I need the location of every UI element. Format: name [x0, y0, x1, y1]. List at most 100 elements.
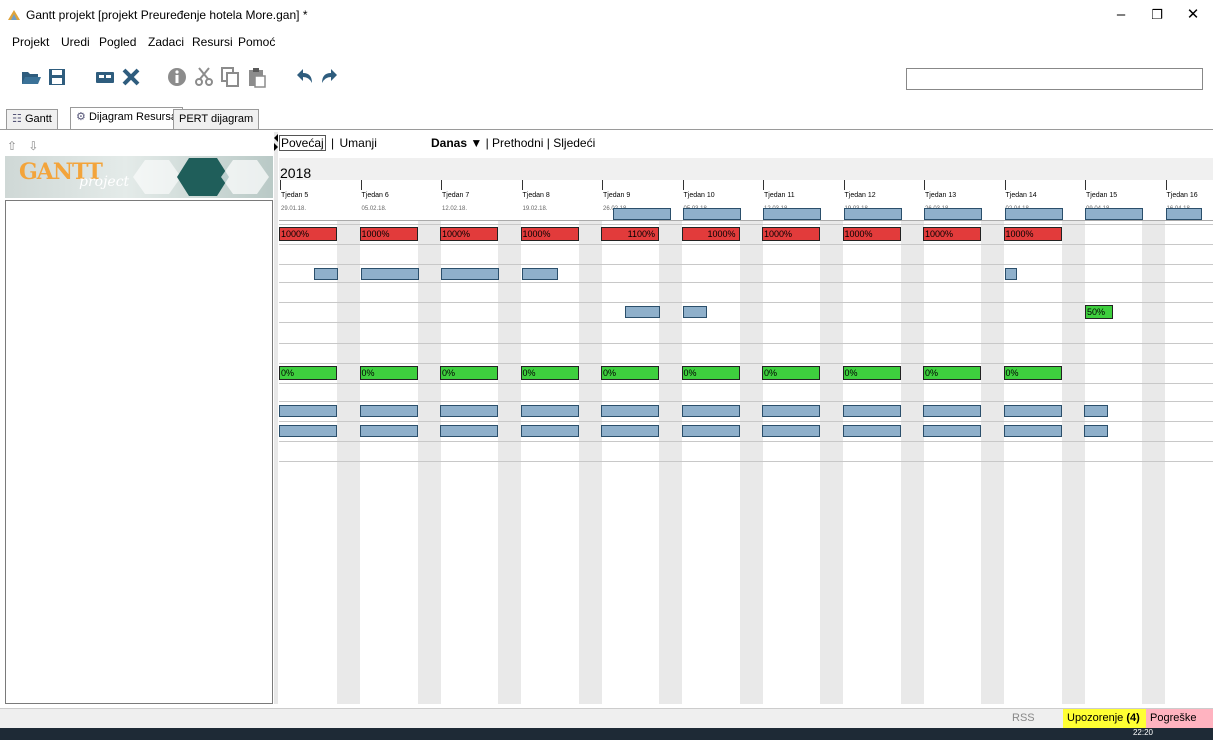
- previous-link[interactable]: Prethodni: [492, 136, 543, 150]
- task-bar[interactable]: [1085, 208, 1143, 220]
- resource-tree[interactable]: [5, 200, 273, 704]
- weekend-shading: [981, 221, 1004, 704]
- search-input[interactable]: [906, 68, 1203, 90]
- task-bar[interactable]: [314, 268, 338, 280]
- task-bar[interactable]: [1003, 425, 1062, 437]
- minimize-button[interactable]: –: [1103, 4, 1139, 26]
- row-separator: [279, 401, 1213, 402]
- underload-cell[interactable]: 0%: [923, 366, 981, 380]
- new-resource-icon[interactable]: [94, 66, 116, 88]
- overload-cell[interactable]: 1000%: [440, 227, 498, 241]
- underload-cell[interactable]: 0%: [359, 366, 418, 380]
- menu-pogled[interactable]: Pogled: [99, 35, 136, 49]
- task-bar[interactable]: [360, 268, 419, 280]
- overload-cell[interactable]: 1000%: [762, 227, 820, 241]
- panel-splitter[interactable]: [274, 132, 278, 704]
- save-icon[interactable]: [46, 66, 68, 88]
- move-up-down-arrows[interactable]: ⇧ ⇩: [7, 139, 42, 153]
- underload-cell[interactable]: 0%: [681, 366, 740, 380]
- task-bar[interactable]: [520, 405, 579, 417]
- underload-cell[interactable]: 0%: [279, 366, 337, 380]
- task-bar[interactable]: [681, 425, 740, 437]
- task-bar[interactable]: [1004, 208, 1063, 220]
- task-bar[interactable]: [625, 306, 660, 318]
- underload-cell[interactable]: 0%: [440, 366, 498, 380]
- warnings-status[interactable]: Upozorenje (4): [1063, 709, 1146, 728]
- task-bar[interactable]: [763, 208, 821, 220]
- task-bar[interactable]: [923, 425, 981, 437]
- menu-pomoc[interactable]: Pomoć: [238, 35, 275, 49]
- restore-button[interactable]: ❐: [1139, 4, 1175, 26]
- underload-cell[interactable]: 0%: [520, 366, 579, 380]
- tab-gantt[interactable]: ☷ Gantt: [6, 109, 58, 129]
- collapse-left-icon[interactable]: [274, 134, 278, 142]
- underload-cell[interactable]: 0%: [842, 366, 901, 380]
- errors-status[interactable]: Pogreške: [1146, 709, 1213, 728]
- task-bar[interactable]: [441, 268, 499, 280]
- paste-icon[interactable]: [246, 66, 268, 88]
- task-bar[interactable]: [1084, 405, 1108, 417]
- task-bar[interactable]: [924, 208, 982, 220]
- task-bar[interactable]: [762, 405, 820, 417]
- task-bar[interactable]: [681, 405, 740, 417]
- underload-cell[interactable]: 0%: [1003, 366, 1062, 380]
- delete-icon[interactable]: [120, 66, 142, 88]
- task-bar[interactable]: [842, 405, 901, 417]
- copy-icon[interactable]: [219, 66, 241, 88]
- task-bar[interactable]: [923, 405, 981, 417]
- task-bar[interactable]: [520, 425, 579, 437]
- task-bar[interactable]: [842, 425, 901, 437]
- task-bar[interactable]: [521, 268, 558, 280]
- underload-cell[interactable]: 0%: [601, 366, 659, 380]
- expand-right-icon[interactable]: [274, 143, 278, 151]
- task-bar[interactable]: [279, 425, 337, 437]
- rss-status[interactable]: RSS: [1008, 709, 1039, 728]
- taskbar-clock: 22:20: [1132, 728, 1153, 737]
- task-bar[interactable]: [1004, 268, 1017, 280]
- zoom-out-link[interactable]: Umanji: [340, 136, 377, 150]
- task-bar[interactable]: [1165, 208, 1202, 220]
- task-bar[interactable]: [762, 425, 820, 437]
- overload-cell[interactable]: 1100%: [601, 227, 659, 241]
- zoom-in-link[interactable]: Povećaj: [279, 135, 326, 151]
- menu-zadaci[interactable]: Zadaci: [148, 35, 184, 49]
- menu-projekt[interactable]: Projekt: [12, 35, 49, 49]
- tab-pert[interactable]: PERT dijagram: [173, 109, 260, 129]
- close-button[interactable]: ✕: [1175, 4, 1211, 26]
- redo-icon[interactable]: [318, 66, 340, 88]
- task-bar[interactable]: [613, 208, 671, 220]
- partial-load-cell[interactable]: 50%: [1085, 305, 1113, 319]
- task-bar[interactable]: [1003, 405, 1062, 417]
- task-bar[interactable]: [359, 425, 418, 437]
- next-link[interactable]: Sljedeći: [553, 136, 595, 150]
- task-bar[interactable]: [682, 208, 741, 220]
- open-icon[interactable]: [20, 66, 42, 88]
- overload-cell[interactable]: 1000%: [279, 227, 337, 241]
- overload-cell[interactable]: 1000%: [520, 227, 579, 241]
- undo-icon[interactable]: [294, 66, 316, 88]
- task-bar[interactable]: [843, 208, 902, 220]
- overload-cell[interactable]: 1000%: [359, 227, 418, 241]
- properties-icon[interactable]: [166, 66, 188, 88]
- task-bar[interactable]: [359, 405, 418, 417]
- overload-cell[interactable]: 1000%: [1003, 227, 1062, 241]
- today-dropdown[interactable]: Danas ▼: [431, 136, 482, 150]
- week-label: Tjedan 6: [361, 192, 389, 199]
- cut-icon[interactable]: [193, 66, 215, 88]
- underload-cell[interactable]: 0%: [762, 366, 820, 380]
- task-bar[interactable]: [601, 425, 659, 437]
- weekend-shading: [739, 221, 763, 704]
- task-bar[interactable]: [440, 405, 498, 417]
- task-bar[interactable]: [279, 405, 337, 417]
- tab-resource-chart[interactable]: ⚙ Dijagram Resursa: [70, 107, 183, 130]
- task-bar[interactable]: [601, 405, 659, 417]
- overload-cell[interactable]: 1000%: [842, 227, 901, 241]
- overload-cell[interactable]: 1000%: [923, 227, 981, 241]
- row-separator: [279, 282, 1213, 283]
- task-bar[interactable]: [1084, 425, 1108, 437]
- overload-cell[interactable]: 1000%: [681, 227, 740, 241]
- task-bar[interactable]: [682, 306, 707, 318]
- menu-uredi[interactable]: Uredi: [61, 35, 90, 49]
- menu-resursi[interactable]: Resursi: [192, 35, 233, 49]
- task-bar[interactable]: [440, 425, 498, 437]
